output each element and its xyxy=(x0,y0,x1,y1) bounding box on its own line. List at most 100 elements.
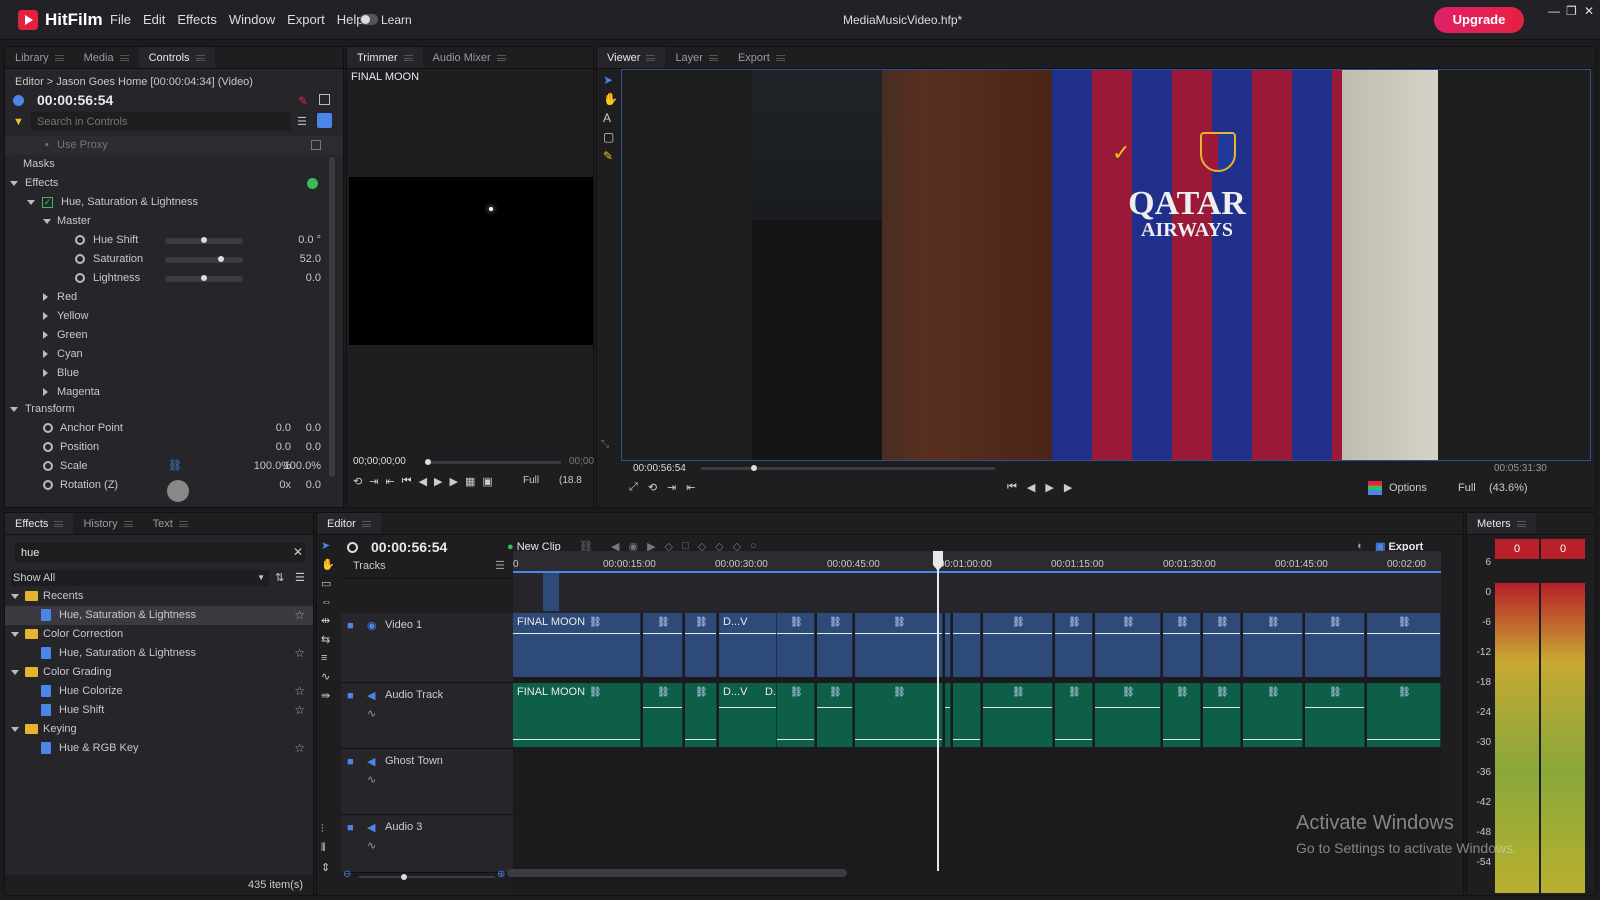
color-group-row[interactable]: Cyan xyxy=(5,345,343,364)
rotation-dial[interactable] xyxy=(167,480,189,502)
audio-clip[interactable]: D...VD...V xyxy=(719,683,789,747)
param-row[interactable]: Saturation 52.0 xyxy=(5,250,343,269)
video-clip[interactable] xyxy=(945,613,951,677)
tab-media[interactable]: Media xyxy=(74,47,139,68)
zoom-slider[interactable]: ⊖ ⊕ xyxy=(343,869,505,881)
insert-icon[interactable]: ⇥ xyxy=(667,481,676,494)
lock-icon[interactable]: ■ xyxy=(347,690,354,702)
rate-tool-icon[interactable]: ≡ xyxy=(321,652,335,664)
waveform-icon[interactable]: ∿ xyxy=(367,707,376,720)
lightness-slider[interactable] xyxy=(165,275,243,282)
add-effect-icon[interactable] xyxy=(307,178,318,189)
expand-icon[interactable] xyxy=(43,293,48,302)
lock-icon[interactable]: ■ xyxy=(347,620,354,632)
audio-clip[interactable]: ⛓ xyxy=(1243,683,1303,747)
expand-icon[interactable] xyxy=(43,312,48,321)
overwrite-icon[interactable]: ⇤ xyxy=(385,475,394,488)
keyframe-icon[interactable] xyxy=(43,423,53,434)
video-clip[interactable]: ⛓ xyxy=(643,613,683,677)
master-row[interactable]: Master xyxy=(5,212,343,231)
audio-clip[interactable]: ⛓ xyxy=(1055,683,1093,747)
menu-icon[interactable]: ☰ xyxy=(295,571,305,584)
waveform-icon[interactable]: ∿ xyxy=(367,773,376,786)
video-clip[interactable]: FINAL MOON ⛓ xyxy=(513,613,641,677)
audio-clip[interactable] xyxy=(945,683,951,747)
collapse-icon[interactable] xyxy=(43,218,51,224)
audio-clip[interactable]: ⛓ xyxy=(1163,683,1201,747)
timeline-ruler[interactable]: 0 00:00:15:00 00:00:30:00 00:00:45:00 00:01:… xyxy=(513,551,1441,573)
menu-file[interactable]: File xyxy=(110,12,131,27)
tab-viewer[interactable]: Viewer xyxy=(597,47,666,68)
tracks-menu-icon[interactable]: ☰ xyxy=(495,559,505,572)
menu-effects[interactable]: Effects xyxy=(177,12,217,27)
play-icon[interactable]: ▶ xyxy=(450,475,458,488)
collapse-icon[interactable] xyxy=(27,199,35,205)
keyframe-icon[interactable] xyxy=(75,254,85,265)
select-tool-icon[interactable]: ➤ xyxy=(321,539,335,552)
expand-icon[interactable] xyxy=(43,388,48,397)
ripple-tool-icon[interactable]: ⇹ xyxy=(321,614,335,627)
audio-clip[interactable]: ⛓ xyxy=(983,683,1053,747)
maximize-icon[interactable]: ❐ xyxy=(1566,4,1577,18)
effect-enabled-checkbox[interactable]: ✓ xyxy=(42,197,53,208)
viewer-options[interactable]: Options xyxy=(1389,482,1427,494)
effect-item[interactable]: Hue & RGB Key ☆ xyxy=(5,739,313,758)
tab-trimmer[interactable]: Trimmer xyxy=(347,47,423,68)
tab-editor[interactable]: Editor xyxy=(317,513,381,534)
transform-row[interactable]: Transform xyxy=(5,400,343,419)
audio-clip[interactable]: ⛓ xyxy=(685,683,717,747)
transform-param-row[interactable]: Position 0.0 0.0 xyxy=(5,438,343,457)
controls-timecode[interactable]: 00:00:56:54 xyxy=(37,92,113,108)
favorite-star-icon[interactable]: ☆ xyxy=(294,701,305,720)
keyframe-icon[interactable] xyxy=(75,235,85,246)
effect-folder[interactable]: Color Grading xyxy=(5,663,313,682)
collapse-tracks-icon[interactable]: ⇕ xyxy=(321,861,330,874)
eye-icon[interactable]: ◉ xyxy=(367,619,377,632)
favorite-star-icon[interactable]: ☆ xyxy=(294,682,305,701)
fit-icon[interactable]: ⤢ xyxy=(629,481,638,494)
color-group-row[interactable]: Green xyxy=(5,326,343,345)
snap-icon[interactable]: ∿ xyxy=(321,670,335,683)
text-tool-icon[interactable]: A xyxy=(603,111,618,125)
link-icon[interactable]: ⛓ xyxy=(168,457,182,476)
lock-icon[interactable]: ■ xyxy=(347,822,354,834)
pen-tool-icon[interactable]: ✎ xyxy=(603,149,618,163)
video-clip[interactable]: ⛓ xyxy=(817,613,853,677)
zoom-out-icon[interactable]: ⊖ xyxy=(343,869,351,880)
slice-tool-icon[interactable]: ▭ xyxy=(321,577,335,590)
viewer-canvas[interactable]: QATAR AIRWAYS ✓ xyxy=(621,69,1591,461)
collapse-icon[interactable] xyxy=(11,631,19,637)
overlay-icon[interactable]: ▣ xyxy=(482,475,492,488)
keyframe-icon[interactable] xyxy=(43,480,53,491)
expand-icon[interactable] xyxy=(43,369,48,378)
audio-clip[interactable]: ⛓ xyxy=(817,683,853,747)
viewer-zoom[interactable]: (43.6%) xyxy=(1489,482,1528,494)
audio-clip[interactable]: ⛓ xyxy=(855,683,943,747)
close-icon[interactable]: ✕ xyxy=(1584,4,1594,18)
select-tool-icon[interactable]: ➤ xyxy=(603,73,618,87)
filter-select[interactable]: Show All ▼ xyxy=(11,570,269,586)
upgrade-button[interactable]: Upgrade xyxy=(1434,7,1524,33)
loop-icon[interactable]: ⟲ xyxy=(648,481,657,494)
loop-icon[interactable]: ⟲ xyxy=(353,475,362,488)
speaker-icon[interactable]: ◀ xyxy=(367,821,375,834)
keyframe-icon[interactable] xyxy=(43,461,53,472)
video-clip[interactable]: ⛓ xyxy=(1163,613,1201,677)
video-clip[interactable]: ⛓ xyxy=(1305,613,1365,677)
video-clip[interactable]: ⛓ xyxy=(855,613,943,677)
effects-search-input[interactable] xyxy=(15,543,305,563)
insert-icon[interactable]: ⇥ xyxy=(369,475,378,488)
trimmer-timecode[interactable]: 00;00;00;00 xyxy=(353,456,406,467)
tab-history[interactable]: History xyxy=(73,513,142,534)
playhead[interactable] xyxy=(937,551,939,871)
overwrite-icon[interactable]: ⇤ xyxy=(686,481,695,494)
viewer-scrubber[interactable] xyxy=(701,465,995,471)
effect-folder[interactable]: Recents xyxy=(5,587,313,606)
tab-export[interactable]: Export xyxy=(728,47,795,68)
sort-icon[interactable]: ⇅ xyxy=(275,571,284,584)
video-clip[interactable]: D...V xyxy=(719,613,777,677)
effect-folder[interactable]: Keying xyxy=(5,720,313,739)
effect-item[interactable]: Hue Colorize ☆ xyxy=(5,682,313,701)
step-back-icon[interactable]: ◀ xyxy=(1027,481,1035,494)
video-clip[interactable]: ⛓ xyxy=(983,613,1053,677)
